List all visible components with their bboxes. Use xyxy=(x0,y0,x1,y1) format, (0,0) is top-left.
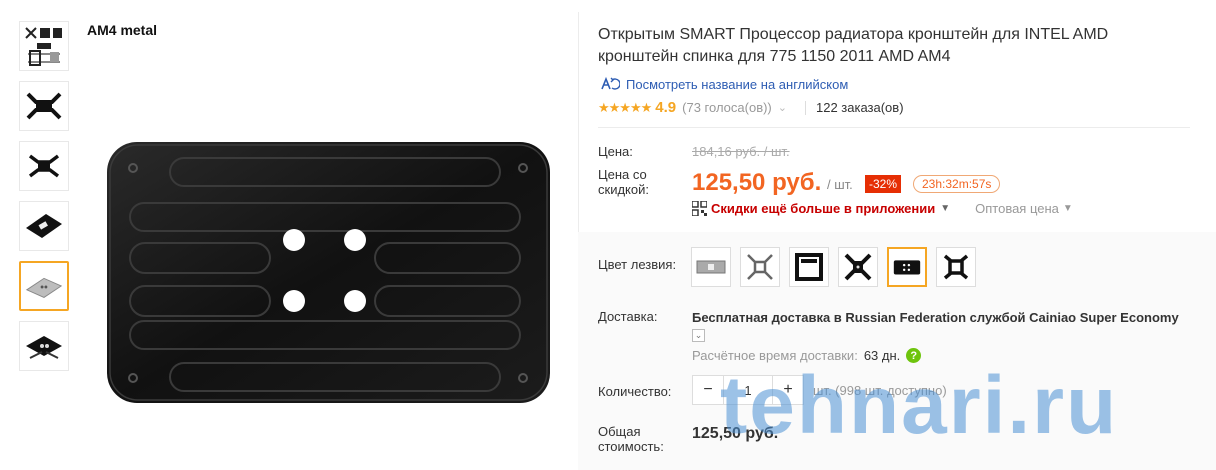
chevron-down-icon[interactable]: ⌄ xyxy=(778,101,787,114)
rating-divider xyxy=(804,100,806,115)
main-product-image[interactable]: AM4 metal xyxy=(85,18,577,470)
quantity-decrease-button[interactable]: − xyxy=(693,376,723,404)
discounted-price: 125,50 руб. xyxy=(692,169,822,196)
app-promo-link[interactable]: Скидки ещё больше в приложении xyxy=(711,201,935,216)
image-caption: AM4 metal xyxy=(87,22,158,38)
swatch-silver-plate[interactable] xyxy=(691,247,731,287)
app-promo-row: Скидки ещё больше в приложении ▼ Оптовая… xyxy=(692,201,1073,216)
thumbnail-plate-silver[interactable] xyxy=(19,261,69,311)
price-label: Цена: xyxy=(598,144,633,159)
swatch-bracket-x[interactable] xyxy=(740,247,780,287)
product-title: Открытым SMART Процессор радиатора кронш… xyxy=(598,26,1109,65)
color-swatches xyxy=(691,247,976,287)
thumbnail-bracket-narrow[interactable] xyxy=(19,141,69,191)
countdown-timer: 23h:32m:57s xyxy=(913,175,1001,193)
translate-icon xyxy=(601,76,620,90)
title-divider xyxy=(598,127,1190,128)
thumbnail-plate-dark[interactable] xyxy=(19,201,69,251)
discount-price-label: Цена со скидкой: xyxy=(598,167,649,197)
total-price: 125,50 руб. xyxy=(692,425,779,442)
thumbnail-bracket-x[interactable] xyxy=(19,81,69,131)
rating-value: 4.9 xyxy=(655,99,677,116)
product-info: Открытым SMART Процессор радиатора кронш… xyxy=(598,24,1198,116)
quantity-input[interactable] xyxy=(723,376,773,404)
caret-down-icon[interactable]: ▼ xyxy=(1063,203,1073,214)
thumbnail-kit[interactable] xyxy=(19,21,69,71)
star-rating-icon: ★★★★★ xyxy=(598,99,652,115)
color-label: Цвет лезвия: xyxy=(598,257,677,272)
wholesale-price-link[interactable]: Оптовая цена xyxy=(975,201,1059,216)
translate-link[interactable]: Посмотреть название на английском xyxy=(598,76,1198,92)
eta-value: 63 дн. xyxy=(863,348,901,363)
old-price: 184,16 руб. / шт. xyxy=(692,144,790,159)
swatch-black-bracket[interactable] xyxy=(936,247,976,287)
delivery-info: Бесплатная доставка в Russian Federation… xyxy=(692,309,1182,343)
eta-label: Расчётное время доставки: xyxy=(692,348,858,363)
translate-link-label: Посмотреть название на английском xyxy=(626,76,849,92)
thumbnail-bracket-set[interactable] xyxy=(19,321,69,371)
help-icon[interactable]: ? xyxy=(906,348,922,363)
swatch-black-plate[interactable] xyxy=(887,247,927,287)
delivery-text: Бесплатная доставка в Russian Federation… xyxy=(692,310,1179,325)
swatch-black-frame[interactable] xyxy=(789,247,829,287)
delivery-label: Доставка: xyxy=(598,309,658,324)
total-label: Общая стоимость: xyxy=(598,424,664,454)
quantity-increase-button[interactable]: + xyxy=(773,376,803,404)
swatch-black-cross[interactable] xyxy=(838,247,878,287)
orders-count: 122 заказа(ов) xyxy=(815,100,904,115)
stock-available: шт. (998 шт. доступно) xyxy=(813,383,947,398)
discount-badge: -32% xyxy=(865,175,902,193)
backplate-image xyxy=(107,142,550,403)
delivery-eta: Расчётное время доставки: 63 дн. ? xyxy=(692,348,922,363)
rating-row: ★★★★★ 4.9 (73 голоса(ов)) ⌄ 122 заказа(о… xyxy=(598,99,1198,116)
qr-code-icon xyxy=(692,201,707,216)
per-unit: / шт. xyxy=(827,177,853,192)
quantity-stepper: − + xyxy=(692,375,804,405)
quantity-label: Количество: xyxy=(598,384,672,399)
chevron-down-icon[interactable]: ⌄ xyxy=(692,329,705,343)
thumbnail-list xyxy=(19,21,69,381)
caret-down-icon[interactable]: ▼ xyxy=(940,203,950,214)
votes-count[interactable]: (73 голоса(ов)) xyxy=(682,100,772,115)
